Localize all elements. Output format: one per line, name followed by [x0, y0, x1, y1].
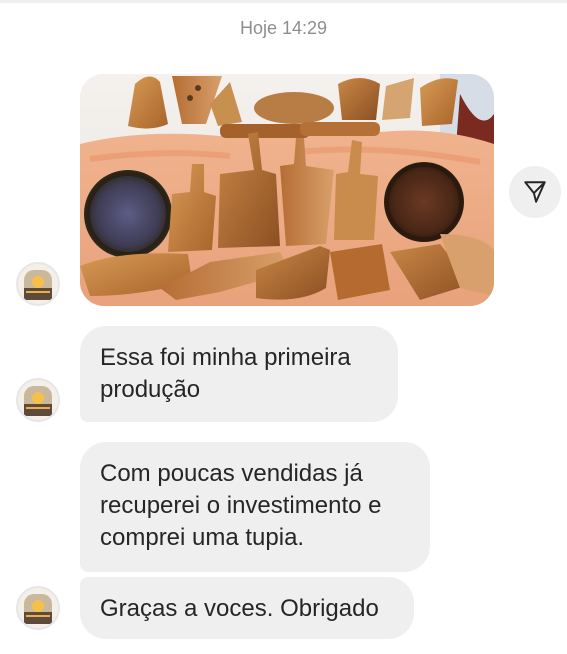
share-button[interactable] [509, 166, 561, 218]
message-bubble[interactable]: Com poucas vendidas já recuperei o inves… [80, 442, 430, 572]
top-divider [0, 0, 567, 3]
shared-photo[interactable] [80, 74, 494, 306]
cutting-boards-image [80, 74, 494, 306]
sender-avatar[interactable] [16, 378, 60, 422]
message-bubble[interactable]: Graças a voces. Obrigado [80, 577, 414, 639]
sunset-avatar-icon [18, 380, 58, 420]
sunset-avatar-icon [18, 264, 58, 304]
thread-timestamp: Hoje 14:29 [239, 18, 328, 38]
message-bubble[interactable]: Essa foi minha primeira produção [80, 326, 398, 422]
send-icon [524, 181, 546, 203]
sender-avatar[interactable] [16, 586, 60, 630]
sunset-avatar-icon [18, 588, 58, 628]
sender-avatar[interactable] [16, 262, 60, 306]
